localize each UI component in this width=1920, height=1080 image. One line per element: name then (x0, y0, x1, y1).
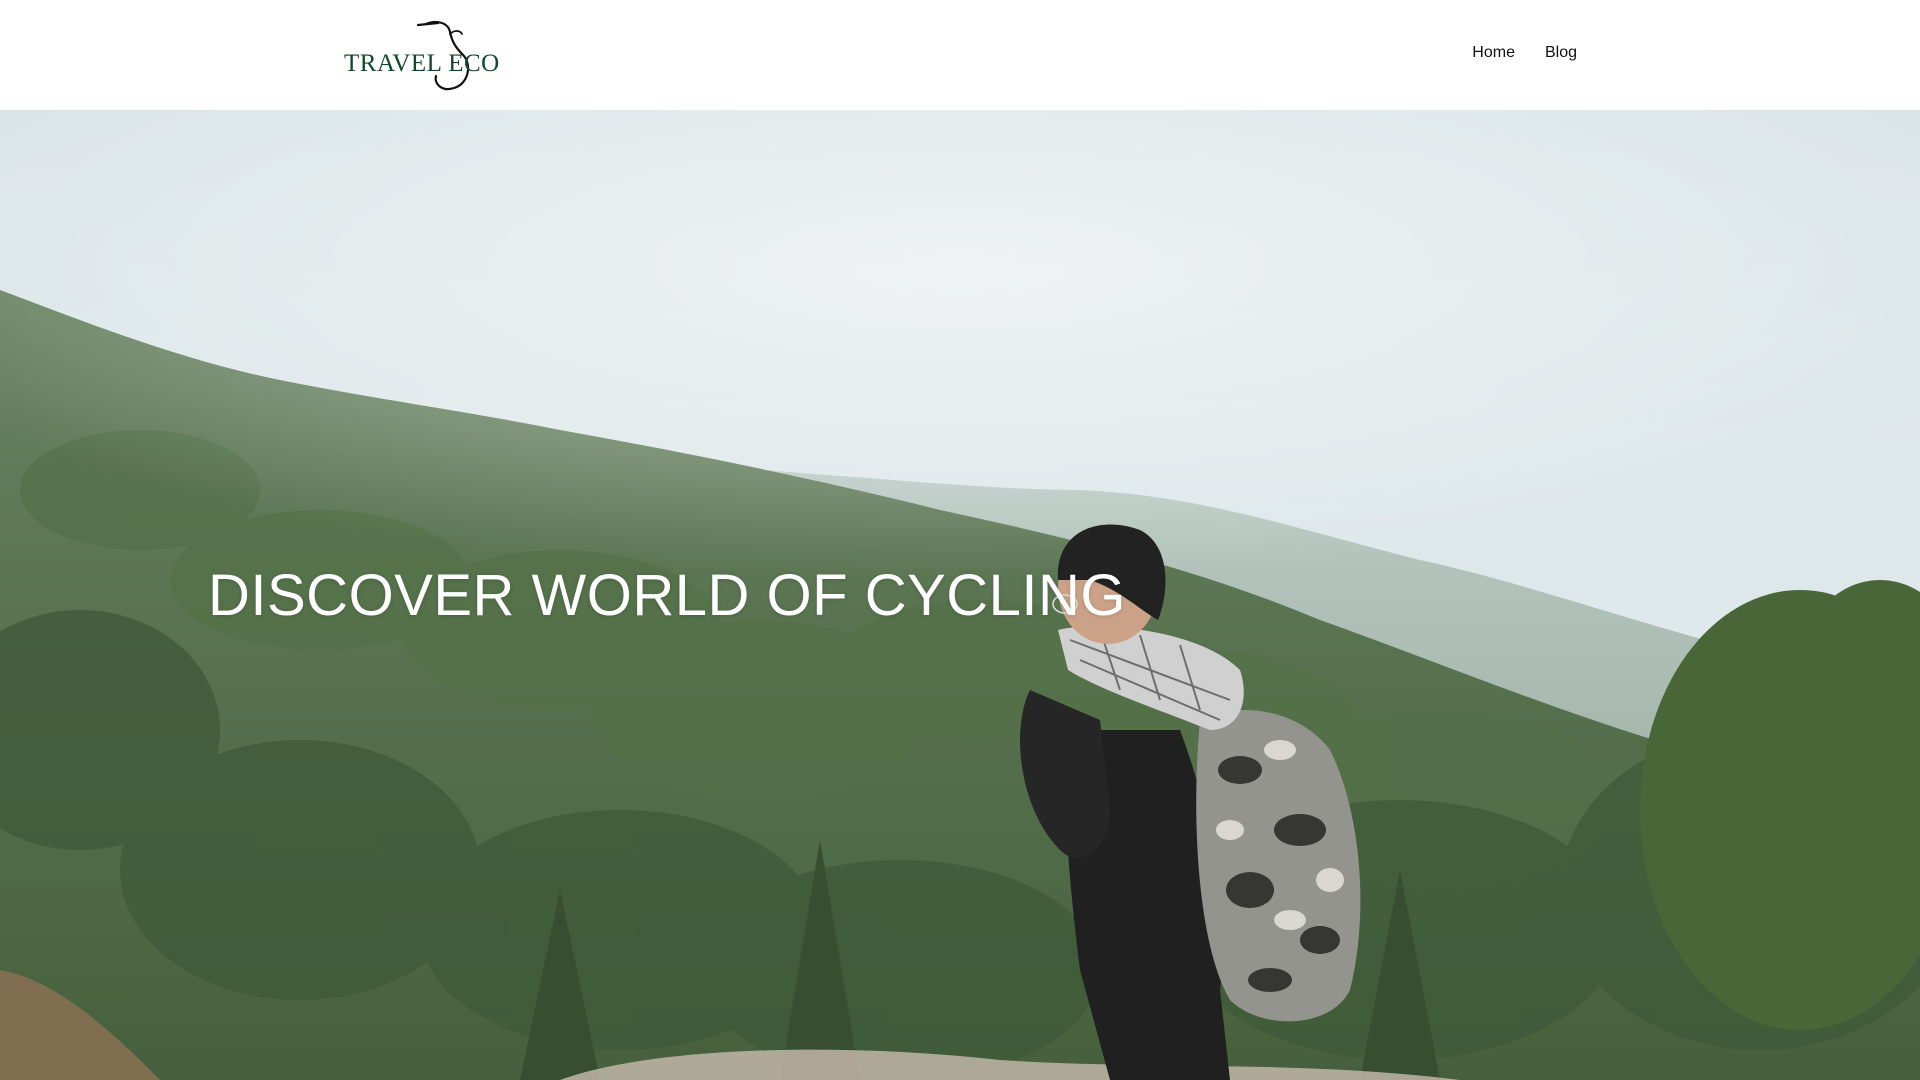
nav-blog-link[interactable]: Blog (1545, 44, 1577, 62)
site-logo[interactable]: TRAVEL ECO (338, 14, 508, 96)
hero-banner: DISCOVER WORLD OF CYCLING (0, 110, 1920, 1080)
nav-home-link[interactable]: Home (1472, 44, 1515, 62)
logo-text: TRAVEL ECO (344, 50, 500, 77)
main-nav: Home Blog (1472, 44, 1577, 62)
site-header: TRAVEL ECO Home Blog (0, 0, 1920, 110)
hero-title: DISCOVER WORLD OF CYCLING (208, 563, 1127, 628)
